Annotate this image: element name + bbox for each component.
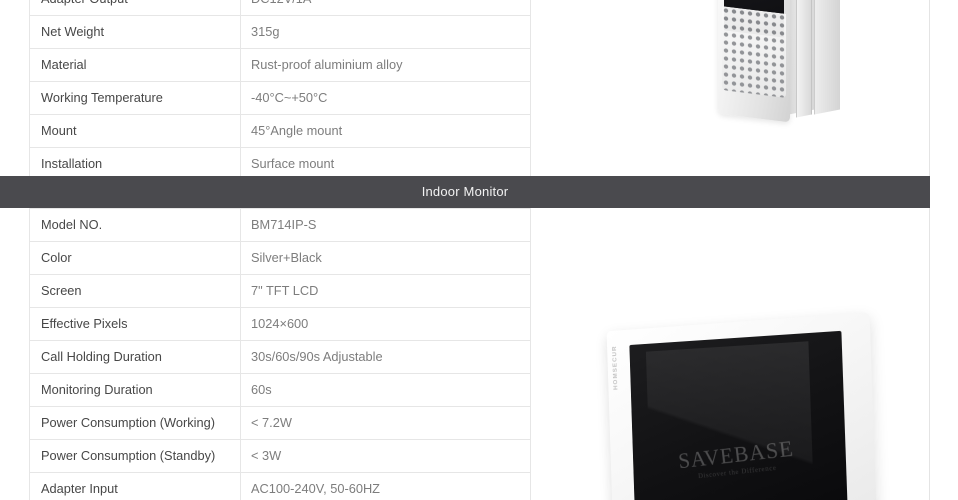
door-station-speaker-grille (722, 6, 786, 98)
spec-row: Color Silver+Black (29, 241, 531, 275)
spec-row: Effective Pixels 1024×600 (29, 307, 531, 341)
spec-row-label: Screen (29, 274, 241, 308)
spec-row-label: Adapter Input (29, 472, 241, 500)
spec-row: Working Temperature -40°C~+50°C (29, 81, 531, 115)
spec-row-value: 60s (240, 373, 531, 407)
spec-row: Adapter OutputDC12V/1A (29, 0, 531, 16)
spec-row-value: 45°Angle mount (240, 114, 531, 148)
spec-row-value: < 3W (240, 439, 531, 473)
spec-row-value: 30s/60s/90s Adjustable (240, 340, 531, 374)
spec-row: Monitoring Duration 60s (29, 373, 531, 407)
spec-table-indoor-monitor: Model NO. BM714IP-S Color Silver+Black Scree… (29, 208, 531, 500)
door-station-mount-bracket-b (814, 0, 840, 115)
indoor-monitor-frame: HOMSECUR SAVEBASE Discover the Differenc… (606, 312, 877, 500)
spec-row-value: DC12V/1A (240, 0, 531, 16)
door-station-product-image: HOMSECUR (600, 0, 930, 134)
spec-row-label: Monitoring Duration (29, 373, 241, 407)
spec-row-value: < 7.2W (240, 406, 531, 440)
spec-row: Power Consumption (Working) < 7.2W (29, 406, 531, 440)
spec-row-label: Model NO. (29, 208, 241, 242)
spec-row: Call Holding Duration 30s/60s/90s Adjusta… (29, 340, 531, 374)
spec-row-value: 1024×600 (240, 307, 531, 341)
spec-row-label: Adapter Output (29, 0, 241, 16)
product-spec-page: Adapter OutputDC12V/1ANet Weight315gMate… (0, 0, 958, 500)
spec-row: Mount 45°Angle mount (29, 114, 531, 148)
spec-table-outdoor-station: Adapter OutputDC12V/1ANet Weight315gMate… (29, 0, 531, 181)
spec-row: Model NO. BM714IP-S (29, 208, 531, 242)
spec-row-label: Call Holding Duration (29, 340, 241, 374)
spec-row-value: Silver+Black (240, 241, 531, 275)
door-station-mount-bracket-a (796, 0, 812, 118)
spec-table-indoor-body: Model NO. BM714IP-S Color Silver+Black Scree… (29, 208, 531, 500)
spec-row: Material Rust-proof aluminium alloy (29, 48, 531, 82)
spec-row-label: Mount (29, 114, 241, 148)
spec-row: Power Consumption (Standby) < 3W (29, 439, 531, 473)
spec-row: Screen 7" TFT LCD (29, 274, 531, 308)
section-header-indoor-monitor: Indoor Monitor (0, 176, 930, 208)
spec-row-label: Power Consumption (Standby) (29, 439, 241, 473)
spec-row-label: Net Weight (29, 15, 241, 49)
spec-table-outdoor-body: Adapter OutputDC12V/1ANet Weight315gMate… (29, 0, 531, 181)
spec-row-value: Rust-proof aluminium alloy (240, 48, 531, 82)
spec-row-value: 7" TFT LCD (240, 274, 531, 308)
spec-row-value: AC100-240V, 50-60HZ (240, 472, 531, 500)
spec-row-label: Power Consumption (Working) (29, 406, 241, 440)
spec-row-value: 315g (240, 15, 531, 49)
spec-row: Net Weight 315g (29, 15, 531, 49)
spec-row-value: -40°C~+50°C (240, 81, 531, 115)
spec-row-label: Effective Pixels (29, 307, 241, 341)
indoor-monitor-screen: SAVEBASE Discover the Difference (629, 330, 848, 500)
spec-row-label: Color (29, 241, 241, 275)
indoor-monitor-brand-label: HOMSECUR (611, 345, 620, 391)
spec-row-label: Material (29, 48, 241, 82)
indoor-monitor-product-image: HOMSECUR SAVEBASE Discover the Differenc… (560, 300, 958, 500)
spec-row-value: BM714IP-S (240, 208, 531, 242)
screen-glare-reflection (645, 341, 814, 488)
spec-row: Adapter Input AC100-240V, 50-60HZ (29, 472, 531, 500)
spec-row-label: Working Temperature (29, 81, 241, 115)
